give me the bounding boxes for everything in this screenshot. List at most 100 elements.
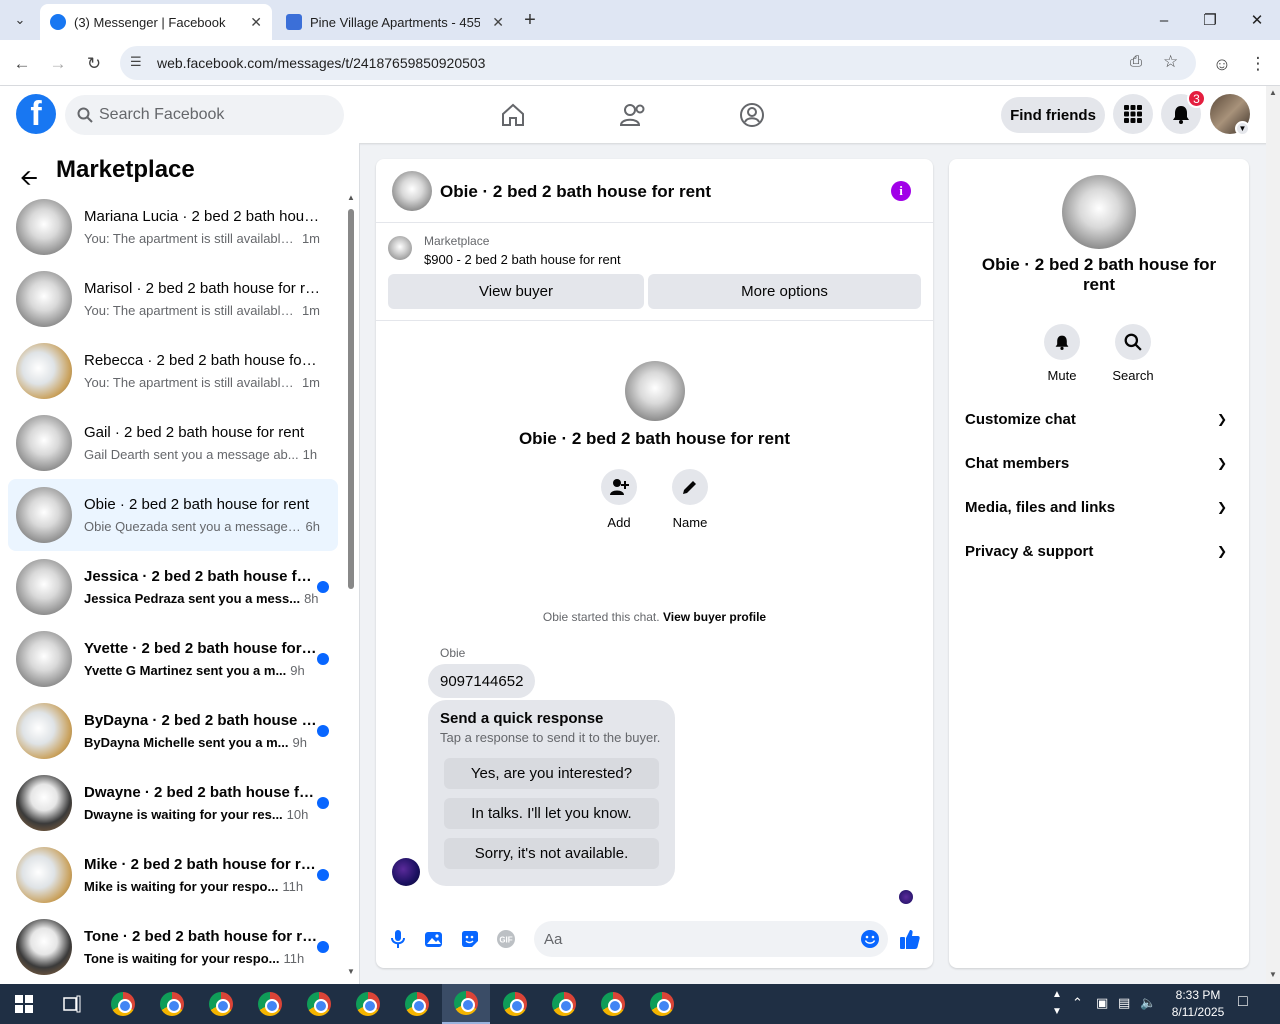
quick-response-not-available-button[interactable]: Sorry, it's not available. [444, 838, 659, 869]
scroll-thumb[interactable] [348, 209, 354, 589]
facebook-logo[interactable]: f [16, 94, 56, 134]
chrome-taskbar-icon[interactable] [99, 984, 147, 1024]
new-tab-plus-icon[interactable]: + [518, 8, 542, 32]
tray-overflow-icon[interactable]: ▲ ▼ [1052, 986, 1062, 1020]
conversation-item[interactable]: Rebecca · 2 bed 2 bath house for rent Yo… [8, 335, 338, 407]
listing-banner: Marketplace $900 - 2 bed 2 bath house fo… [376, 223, 933, 321]
forward-icon[interactable]: → [46, 52, 70, 76]
listing-thumbnail[interactable] [388, 236, 412, 260]
menu-kebab-icon[interactable]: ⋮ [1246, 52, 1270, 76]
chrome-taskbar-icon[interactable] [148, 984, 196, 1024]
photo-icon[interactable] [422, 927, 446, 951]
reload-icon[interactable]: ↻ [82, 52, 106, 76]
chat-members-section[interactable]: Chat members ❯ [949, 443, 1249, 487]
address-bar[interactable]: ☰ web.facebook.com/messages/t/2418765985… [120, 46, 1196, 80]
quick-response-yes-button[interactable]: Yes, are you interested? [444, 758, 659, 789]
chrome-taskbar-icon[interactable] [295, 984, 343, 1024]
conversation-item[interactable]: Dwayne · 2 bed 2 bath house for rent Dwa… [8, 767, 338, 839]
chrome-taskbar-icon[interactable] [344, 984, 392, 1024]
svg-text:GIF: GIF [499, 936, 512, 945]
scroll-up-icon[interactable]: ▲ [1269, 88, 1277, 97]
install-app-icon[interactable]: ⎙ [1130, 53, 1142, 70]
info-icon[interactable]: i [891, 181, 911, 201]
page-scrollbar[interactable]: ▲ ▼ [1266, 86, 1280, 984]
started-text: Obie started this chat. [542, 610, 660, 624]
privacy-support-section[interactable]: Privacy & support ❯ [949, 531, 1249, 575]
chrome-taskbar-icon[interactable] [589, 984, 637, 1024]
search-input[interactable] [99, 106, 319, 124]
network-icon[interactable]: ▤ [1118, 995, 1130, 1011]
thumbs-up-icon[interactable] [898, 927, 922, 951]
view-buyer-profile-link[interactable]: View buyer profile [663, 610, 766, 624]
microphone-icon[interactable] [386, 927, 410, 951]
conversation-item[interactable]: Marisol · 2 bed 2 bath house for rent Yo… [8, 263, 338, 335]
media-files-links-section[interactable]: Media, files and links ❯ [949, 487, 1249, 531]
close-tab-icon[interactable]: ✕ [492, 14, 504, 31]
message-bubble[interactable]: 9097144652 [428, 664, 536, 698]
conversation-item[interactable]: ByDayna · 2 bed 2 bath house for rent By… [8, 695, 338, 767]
scroll-down-icon[interactable]: ▼ [347, 967, 355, 976]
notifications-center-icon[interactable]: □ [1238, 993, 1248, 1011]
meeting-icon[interactable]: ▣ [1096, 995, 1108, 1011]
windows-start-icon[interactable] [0, 984, 48, 1024]
conversation-item[interactable]: Jessica · 2 bed 2 bath house for rent Je… [8, 551, 338, 623]
conversation-item[interactable]: Yvette · 2 bed 2 bath house for rent Yve… [8, 623, 338, 695]
profile-icon[interactable]: ☺ [1210, 52, 1234, 76]
chat-title[interactable]: Obie · 2 bed 2 bath house for rent [440, 182, 711, 202]
site-info-icon[interactable]: ☰ [130, 54, 142, 70]
add-people-button[interactable]: Add [591, 469, 647, 530]
friends-icon[interactable] [618, 100, 648, 130]
restore-icon[interactable]: ❐ [1187, 0, 1233, 40]
chrome-taskbar-icon[interactable] [540, 984, 588, 1024]
sender-avatar[interactable] [392, 858, 420, 886]
chat-thumbnail[interactable] [392, 171, 432, 211]
scroll-down-icon[interactable]: ▼ [1269, 970, 1277, 979]
chrome-taskbar-icon[interactable] [393, 984, 441, 1024]
bookmark-star-icon[interactable]: ☆ [1163, 52, 1178, 72]
chevron-down-icon[interactable]: ▼ [1235, 121, 1250, 136]
conversation-item[interactable]: Mike · 2 bed 2 bath house for rent Mike … [8, 839, 338, 911]
conversation-name: Jessica · 2 bed 2 bath house for rent [84, 568, 320, 585]
emoji-icon[interactable] [860, 929, 880, 949]
minimize-icon[interactable]: – [1141, 0, 1187, 40]
listing-price[interactable]: $900 - 2 bed 2 bath house for rent [424, 252, 621, 267]
home-icon[interactable] [498, 100, 528, 130]
quick-response-in-talks-button[interactable]: In talks. I'll let you know. [444, 798, 659, 829]
name-chat-button[interactable]: Name [662, 469, 718, 530]
sticker-icon[interactable] [458, 927, 482, 951]
chrome-taskbar-icon[interactable] [197, 984, 245, 1024]
scroll-up-icon[interactable]: ▲ [347, 193, 355, 202]
search-chat-button[interactable]: Search [1103, 324, 1163, 383]
system-clock[interactable]: 8:33 PM 8/11/2025 [1160, 987, 1236, 1021]
view-buyer-button[interactable]: View buyer [388, 274, 644, 309]
back-icon[interactable]: ← [10, 52, 34, 76]
gif-icon[interactable]: GIF [494, 927, 518, 951]
more-options-button[interactable]: More options [648, 274, 921, 309]
facebook-search[interactable] [65, 95, 344, 135]
close-tab-icon[interactable]: ✕ [250, 14, 262, 31]
tab-messenger[interactable]: (3) Messenger | Facebook ✕ [40, 4, 272, 40]
customize-chat-section[interactable]: Customize chat ❯ [949, 399, 1249, 443]
chrome-taskbar-icon[interactable] [491, 984, 539, 1024]
conversation-item-active[interactable]: Obie · 2 bed 2 bath house for rent Obie … [8, 479, 338, 551]
tab-pine-village[interactable]: Pine Village Apartments - 4555 ✕ [276, 4, 514, 40]
volume-icon[interactable]: 🔈 [1140, 995, 1156, 1011]
sidebar-scrollbar[interactable]: ▲ ▼ [346, 193, 356, 977]
menu-grid-icon[interactable] [1113, 94, 1153, 134]
message-input[interactable] [544, 921, 844, 957]
conversation-item[interactable]: Gail · 2 bed 2 bath house for rent Gail … [8, 407, 338, 479]
mute-button[interactable]: Mute [1032, 324, 1092, 383]
groups-icon[interactable] [737, 100, 767, 130]
chrome-taskbar-icon[interactable] [246, 984, 294, 1024]
task-view-icon[interactable] [48, 984, 96, 1024]
chrome-taskbar-icon-active[interactable] [442, 984, 490, 1024]
show-hidden-icons-icon[interactable]: ⌃ [1072, 995, 1083, 1011]
message-composer[interactable] [534, 921, 888, 957]
chrome-taskbar-icon[interactable] [638, 984, 686, 1024]
details-thumbnail[interactable] [1062, 175, 1136, 249]
conversation-item[interactable]: Tone · 2 bed 2 bath house for rent Tone … [8, 911, 338, 983]
close-window-icon[interactable]: ✕ [1234, 0, 1280, 40]
find-friends-button[interactable]: Find friends [1001, 97, 1105, 133]
conversation-item[interactable]: Mariana Lucia · 2 bed 2 bath house for r… [8, 191, 338, 263]
tab-search-chevron-icon[interactable]: ⌄ [8, 8, 32, 32]
